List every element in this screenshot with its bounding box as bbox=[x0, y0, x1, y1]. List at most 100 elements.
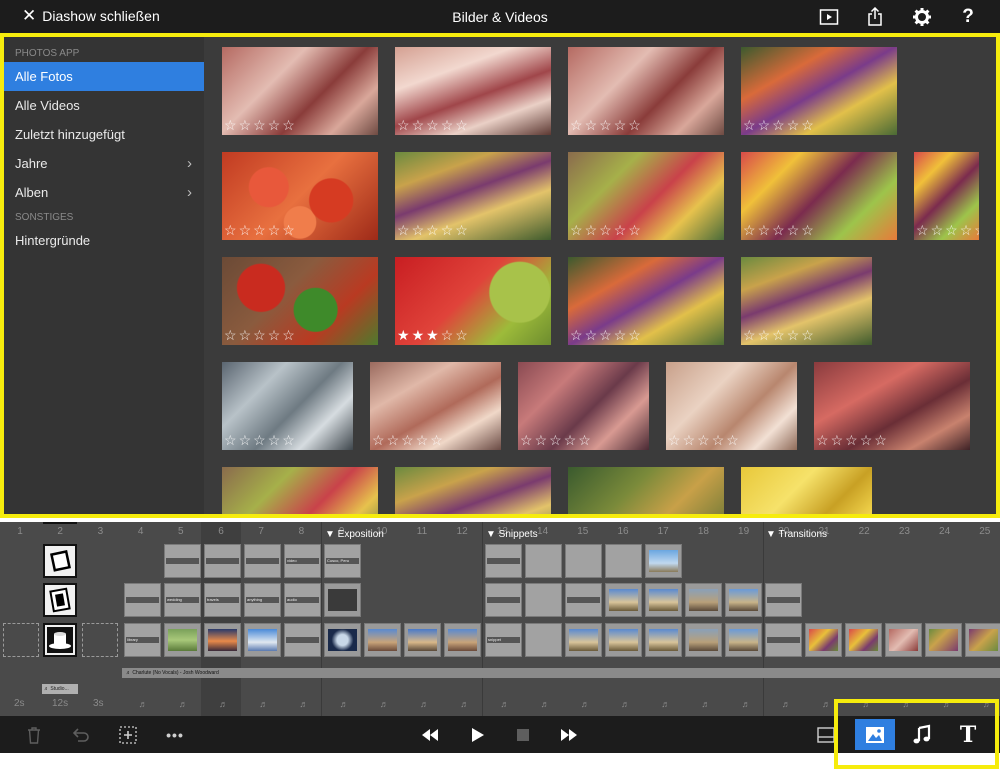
timeline-clip[interactable]: anything bbox=[244, 583, 281, 617]
timeline-clip[interactable] bbox=[765, 623, 802, 657]
rewind-icon[interactable] bbox=[418, 723, 442, 747]
photo-thumbnail[interactable]: ☆☆☆☆☆ bbox=[914, 152, 979, 240]
star-icon[interactable]: ☆ bbox=[570, 328, 583, 342]
star-icon[interactable]: ☆ bbox=[426, 118, 439, 132]
star-icon[interactable]: ☆ bbox=[430, 433, 443, 447]
star-icon[interactable]: ☆ bbox=[441, 328, 454, 342]
star-icon[interactable]: ☆ bbox=[743, 328, 756, 342]
photo-thumbnail[interactable]: ☆☆☆☆☆ bbox=[741, 257, 872, 345]
timeline-clip[interactable] bbox=[645, 623, 682, 657]
photo-thumbnail[interactable]: ☆☆☆☆☆ bbox=[814, 362, 970, 450]
photo-thumbnail[interactable]: ☆☆☆☆☆ bbox=[741, 47, 897, 135]
photo-thumbnail[interactable]: ☆☆☆☆☆ bbox=[568, 152, 724, 240]
star-icon[interactable]: ☆ bbox=[801, 328, 814, 342]
star-icon[interactable]: ☆ bbox=[224, 223, 237, 237]
star-icon[interactable]: ☆ bbox=[787, 328, 800, 342]
photo-thumbnail[interactable]: ☆☆☆☆☆ bbox=[222, 152, 378, 240]
fast-forward-icon[interactable] bbox=[557, 723, 581, 747]
star-rating[interactable]: ☆☆☆☆☆ bbox=[397, 118, 468, 132]
star-icon[interactable]: ☆ bbox=[268, 118, 281, 132]
star-icon[interactable]: ☆ bbox=[758, 328, 771, 342]
timeline-clip[interactable] bbox=[525, 623, 562, 657]
timeline-clip[interactable] bbox=[685, 623, 722, 657]
star-icon[interactable]: ☆ bbox=[570, 118, 583, 132]
add-slide-icon[interactable] bbox=[116, 723, 140, 747]
star-icon[interactable]: ☆ bbox=[801, 118, 814, 132]
star-icon[interactable]: ☆ bbox=[845, 433, 858, 447]
tool-tile[interactable] bbox=[43, 522, 77, 524]
timeline-clip[interactable] bbox=[164, 544, 201, 578]
star-icon[interactable]: ☆ bbox=[628, 328, 641, 342]
photo-thumbnail[interactable]: ☆☆☆☆☆ bbox=[222, 257, 378, 345]
photos-tab-icon[interactable] bbox=[855, 719, 895, 750]
star-icon[interactable]: ☆ bbox=[253, 433, 266, 447]
star-icon[interactable]: ☆ bbox=[441, 118, 454, 132]
star-rating[interactable]: ☆☆☆☆☆ bbox=[570, 118, 641, 132]
sidebar-item-albums[interactable]: Alben › bbox=[4, 178, 204, 207]
sidebar-item-recently-added[interactable]: Zuletzt hinzugefügt bbox=[4, 120, 204, 149]
timeline-clip[interactable] bbox=[444, 623, 481, 657]
layout-icon[interactable] bbox=[814, 723, 838, 747]
timeline-clip[interactable] bbox=[645, 583, 682, 617]
star-icon[interactable]: ☆ bbox=[564, 433, 577, 447]
star-icon[interactable]: ☆ bbox=[772, 118, 785, 132]
star-icon[interactable]: ☆ bbox=[397, 223, 410, 237]
star-icon[interactable]: ☆ bbox=[268, 223, 281, 237]
studio-audio-chip[interactable]: ♬ Studio... bbox=[42, 684, 78, 694]
star-icon[interactable]: ☆ bbox=[520, 433, 533, 447]
sidebar-item-all-photos[interactable]: Alle Fotos bbox=[4, 62, 204, 91]
star-icon[interactable]: ☆ bbox=[268, 328, 281, 342]
sidebar-item-years[interactable]: Jahre › bbox=[4, 149, 204, 178]
star-icon[interactable]: ☆ bbox=[860, 433, 873, 447]
timeline-clip[interactable] bbox=[164, 623, 201, 657]
timeline-clip[interactable] bbox=[765, 583, 802, 617]
photo-thumbnail[interactable]: ☆☆☆☆☆ bbox=[666, 362, 797, 450]
star-icon[interactable]: ☆ bbox=[585, 223, 598, 237]
star-icon[interactable]: ☆ bbox=[282, 433, 295, 447]
timeline-clip[interactable] bbox=[725, 623, 762, 657]
timeline-clip[interactable] bbox=[885, 623, 922, 657]
star-icon[interactable]: ☆ bbox=[801, 223, 814, 237]
timeline-clip[interactable] bbox=[725, 583, 762, 617]
timeline-clip[interactable] bbox=[244, 544, 281, 578]
star-icon[interactable]: ☆ bbox=[816, 433, 829, 447]
section-label-exposition[interactable]: ▼ Exposition bbox=[325, 529, 384, 540]
star-icon[interactable]: ☆ bbox=[628, 118, 641, 132]
star-icon[interactable]: ☆ bbox=[455, 328, 468, 342]
photo-thumbnail[interactable]: ☆☆☆☆☆ bbox=[370, 362, 501, 450]
timeline-clip[interactable] bbox=[525, 583, 562, 617]
timeline-clip[interactable] bbox=[645, 544, 682, 578]
photo-thumbnail[interactable]: ☆☆☆☆☆ bbox=[395, 152, 551, 240]
timeline-clip[interactable]: library bbox=[124, 623, 161, 657]
star-rating[interactable]: ☆☆☆☆☆ bbox=[743, 328, 814, 342]
timeline-clip[interactable] bbox=[364, 623, 401, 657]
timeline-clip[interactable] bbox=[565, 623, 602, 657]
star-icon[interactable]: ★ bbox=[397, 328, 410, 342]
section-label-snippets[interactable]: ▼ Snippets bbox=[486, 529, 538, 540]
star-icon[interactable]: ☆ bbox=[614, 223, 627, 237]
star-icon[interactable]: ☆ bbox=[224, 118, 237, 132]
star-icon[interactable]: ★ bbox=[426, 328, 439, 342]
photo-thumbnail[interactable]: ☆☆☆☆☆ bbox=[741, 467, 872, 514]
star-rating[interactable]: ☆☆☆☆☆ bbox=[570, 328, 641, 342]
star-icon[interactable]: ☆ bbox=[268, 433, 281, 447]
magic-hat-icon[interactable] bbox=[43, 623, 77, 657]
star-icon[interactable]: ☆ bbox=[239, 223, 252, 237]
star-icon[interactable]: ☆ bbox=[960, 223, 973, 237]
timeline-clip[interactable] bbox=[485, 583, 522, 617]
star-rating[interactable]: ☆☆☆☆☆ bbox=[916, 223, 979, 237]
sidebar-item-backgrounds[interactable]: Hintergründe bbox=[4, 226, 204, 255]
star-icon[interactable]: ☆ bbox=[874, 433, 887, 447]
star-rating[interactable]: ★ ★ ★ ☆ ☆ bbox=[397, 328, 468, 342]
empty-slot[interactable] bbox=[3, 623, 39, 657]
close-slideshow-button[interactable]: ✕ Diashow schließen bbox=[22, 7, 160, 24]
star-icon[interactable]: ☆ bbox=[426, 223, 439, 237]
timeline-clip[interactable] bbox=[324, 583, 361, 617]
star-icon[interactable]: ☆ bbox=[599, 223, 612, 237]
star-icon[interactable]: ☆ bbox=[282, 223, 295, 237]
stop-icon[interactable] bbox=[511, 723, 535, 747]
star-icon[interactable]: ☆ bbox=[253, 328, 266, 342]
star-icon[interactable]: ☆ bbox=[787, 118, 800, 132]
star-icon[interactable]: ☆ bbox=[758, 118, 771, 132]
star-icon[interactable]: ☆ bbox=[772, 328, 785, 342]
